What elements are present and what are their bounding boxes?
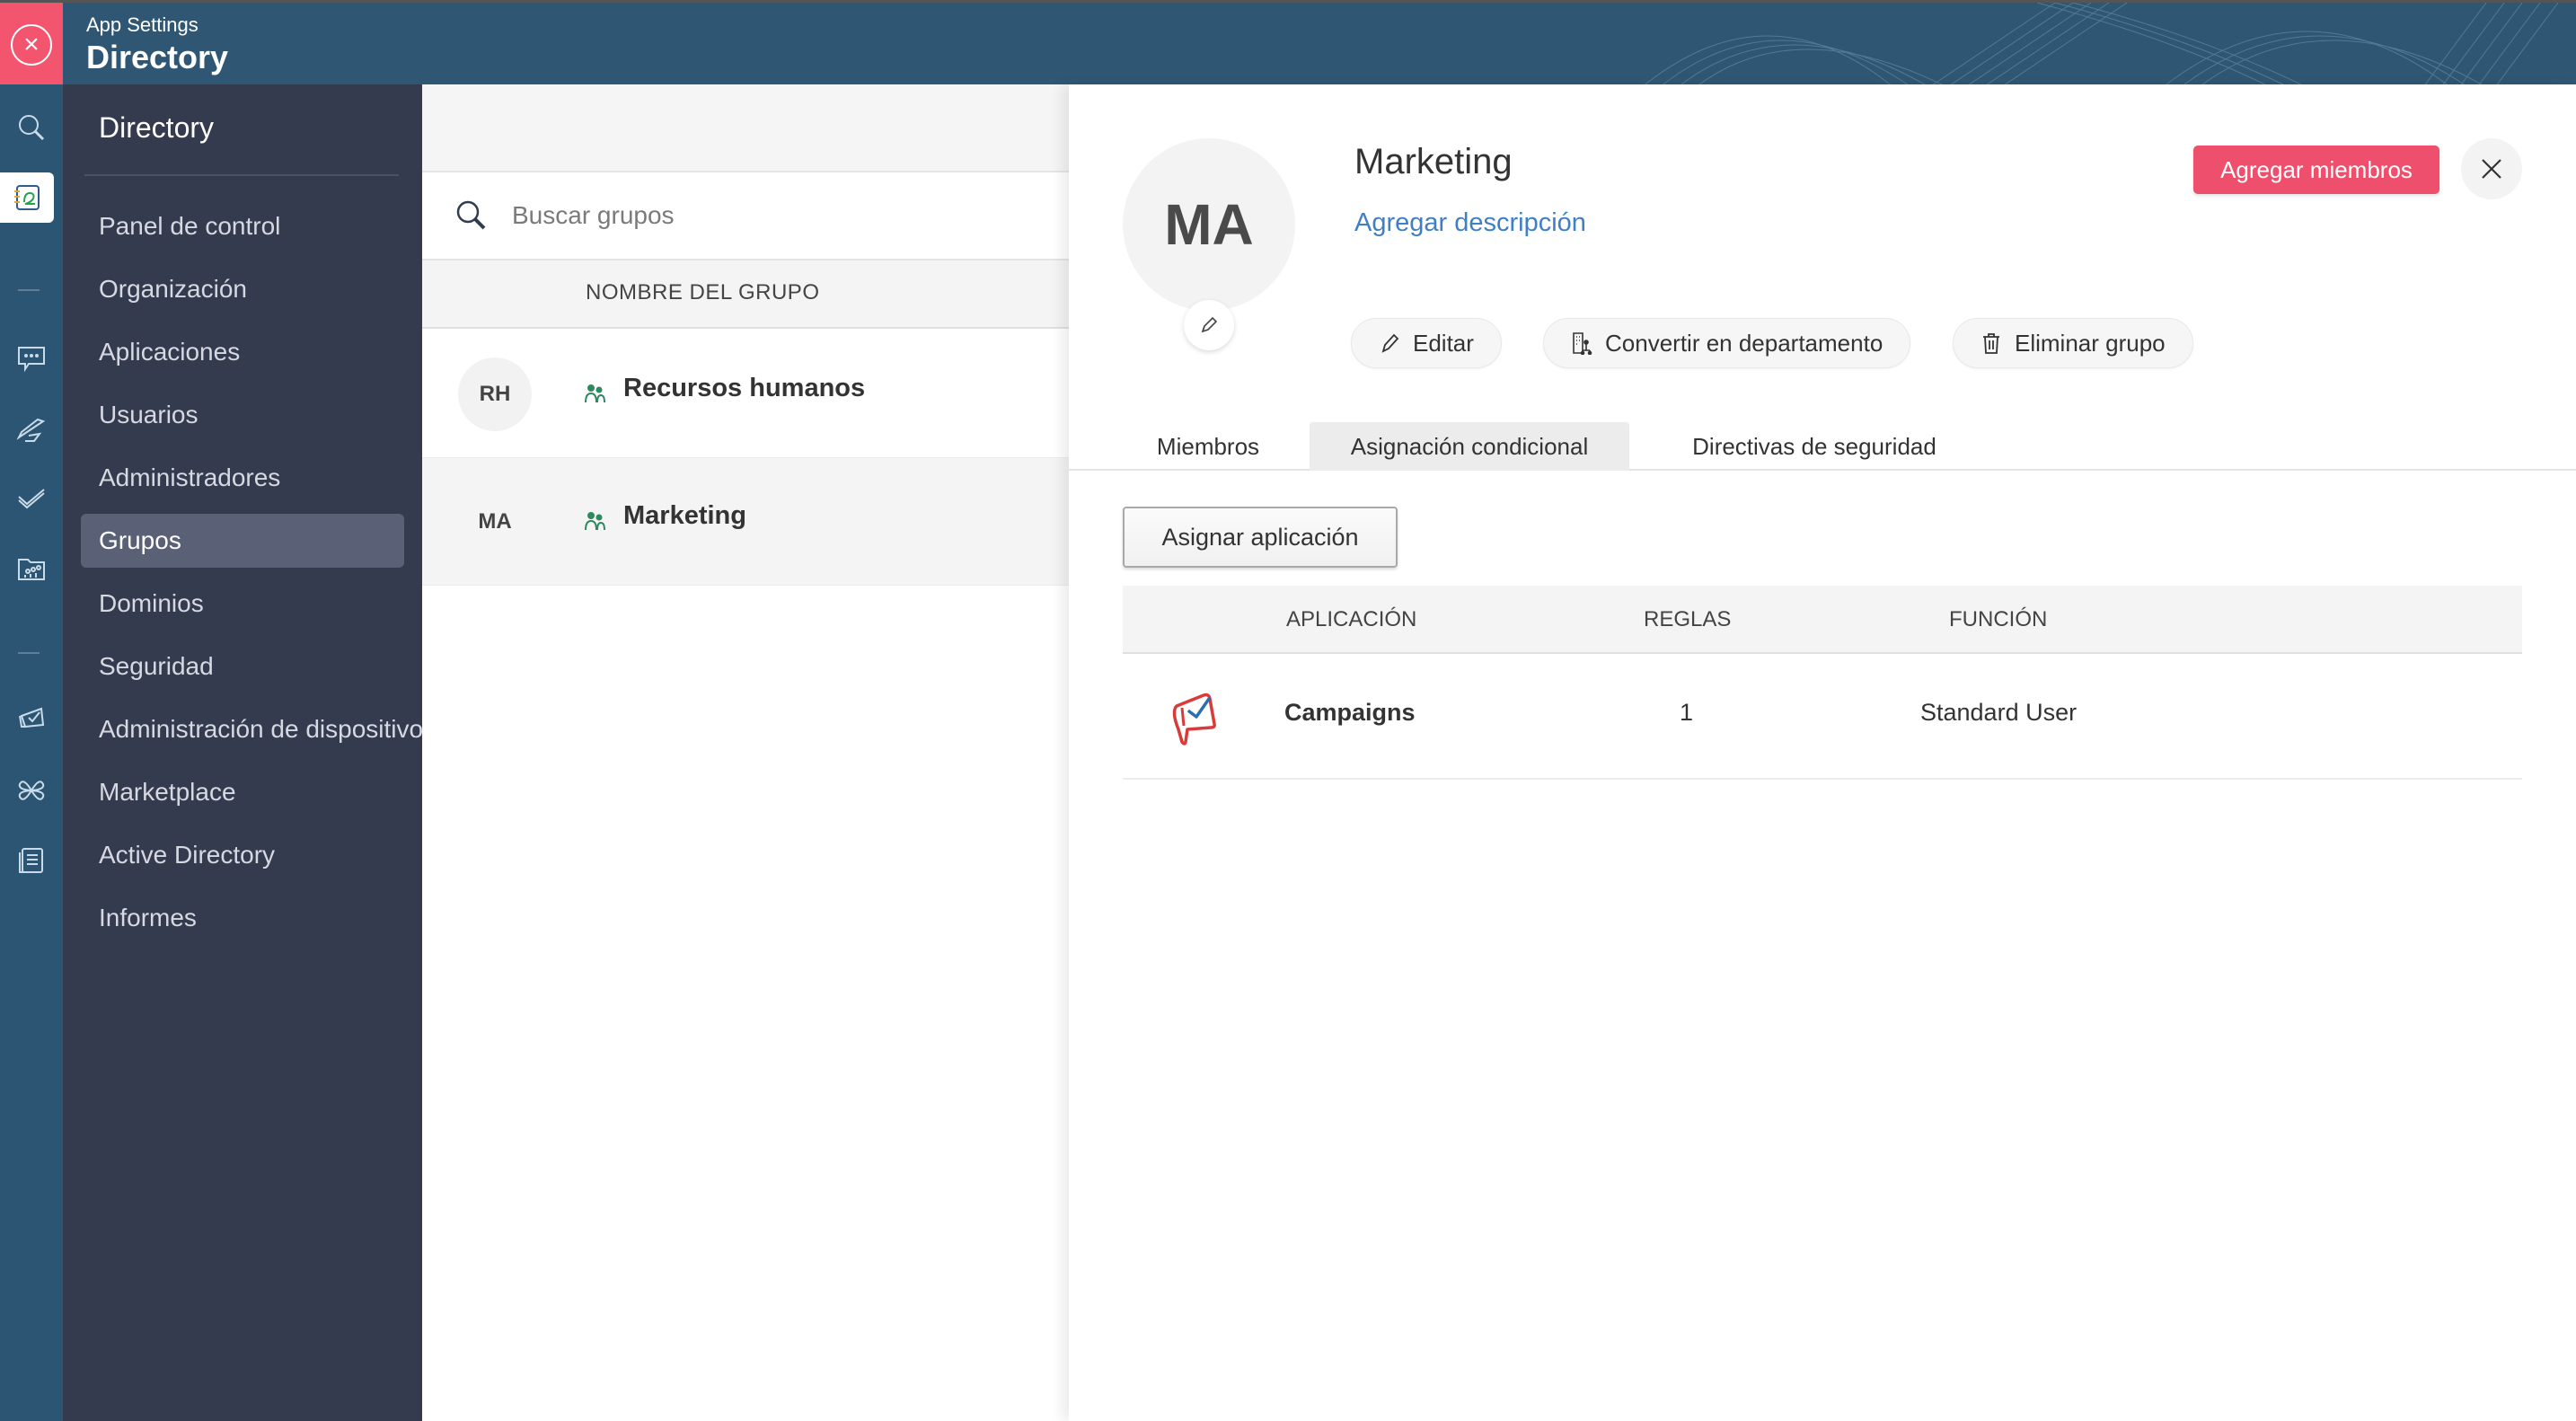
close-panel-button[interactable] [2461,138,2522,199]
header-pattern [1645,3,2559,84]
delete-group-button[interactable]: Eliminar grupo [1953,318,2193,368]
trash-icon [1983,333,1999,354]
tab-asignacion-condicional[interactable]: Asignación condicional [1310,422,1629,471]
sidebar-item-administradores[interactable]: Administradores [81,451,404,505]
clover-icon[interactable] [12,771,51,810]
close-icon [2482,159,2501,179]
sidebar: Directory Panel de control Organización … [63,84,422,1421]
app-role: Standard User [1920,699,2078,726]
close-app-button[interactable]: × [0,3,63,84]
org-chart-icon [1573,332,1592,355]
table-row[interactable]: Campaigns 1 Standard User [1123,654,2522,780]
group-users-icon [585,384,605,403]
tab-miembros[interactable]: Miembros [1141,422,1275,471]
convert-button-label: Convertir en departamento [1605,329,1883,357]
edit-avatar-button[interactable] [1184,300,1234,350]
sidebar-divider [84,174,399,176]
sidebar-item-grupos[interactable]: Grupos [81,514,404,568]
column-header-application: APLICACIÓN [1286,607,1417,631]
folder-users-icon[interactable] [12,550,51,589]
app-header: × App Settings Directory [0,0,2576,84]
search-icon [456,200,486,230]
documents-icon[interactable] [12,841,51,880]
assigned-apps-table: APLICACIÓN REGLAS FUNCIÓN Campaigns 1 St… [1123,586,2522,780]
app-rules-count: 1 [1680,699,1694,726]
chat-icon[interactable] [12,338,51,377]
edit-button[interactable]: Editar [1351,318,1502,368]
column-header-rules: REGLAS [1644,607,1732,631]
group-users-icon [585,512,605,531]
plane-icon[interactable] [12,410,51,449]
column-header-group-name: NOMBRE DEL GRUPO [586,280,820,304]
rail-separator [18,289,40,291]
sidebar-item-dominios[interactable]: Dominios [81,577,404,631]
search-icon[interactable] [12,108,51,147]
group-avatar: RH [458,357,532,431]
edit-button-label: Editar [1413,329,1474,357]
app-rail [0,84,63,1421]
sidebar-item-administracion-dispositivos[interactable]: Administración de dispositivos [81,702,422,756]
assign-application-button[interactable]: Asignar aplicación [1123,507,1398,568]
detail-tabs: Miembros Asignación condicional Directiv… [1069,422,2576,471]
app-name: Campaigns [1284,699,1416,726]
group-list-panel: NOMBRE DEL GRUPO RH Recursos humanos MA … [422,84,1069,1421]
sidebar-item-active-directory[interactable]: Active Directory [81,828,404,882]
directory-app-icon[interactable] [0,172,54,223]
table-header: APLICACIÓN REGLAS FUNCIÓN [1123,586,2522,654]
add-members-button[interactable]: Agregar miembros [2193,146,2439,194]
group-detail-avatar: MA [1123,138,1295,311]
sidebar-item-marketplace[interactable]: Marketplace [81,765,404,819]
group-detail-panel: MA Marketing Agregar descripción Agregar… [1069,84,2576,1421]
header-subtitle: App Settings [86,13,198,36]
campaigns-logo-icon [1172,693,1216,746]
rail-separator [18,652,40,654]
header-title: Directory [86,39,229,75]
group-row[interactable]: MA Marketing [422,458,1069,586]
sidebar-item-aplicaciones[interactable]: Aplicaciones [81,325,404,379]
check-icon[interactable] [12,480,51,519]
tab-directivas-de-seguridad[interactable]: Directivas de seguridad [1662,422,1967,471]
group-name: Marketing [623,501,746,530]
column-header-role: FUNCIÓN [1949,607,2048,631]
group-name: Recursos humanos [623,374,866,402]
pencil-icon [1201,316,1218,333]
add-description-link[interactable]: Agregar descripción [1354,208,1586,238]
sidebar-item-panel-de-control[interactable]: Panel de control [81,199,404,253]
pencil-icon [1381,333,1399,353]
group-table-header: NOMBRE DEL GRUPO [422,260,1069,329]
sidebar-title: Directory [99,111,215,144]
megaphone-icon[interactable] [12,701,51,740]
search-bar [422,172,1069,260]
group-detail-title: Marketing [1354,142,1513,181]
sidebar-item-informes[interactable]: Informes [81,891,404,945]
sidebar-item-usuarios[interactable]: Usuarios [81,388,404,442]
delete-button-label: Eliminar grupo [2015,329,2166,357]
close-circle-icon: × [11,24,52,66]
group-avatar: MA [478,509,512,534]
sidebar-item-organizacion[interactable]: Organización [81,262,404,316]
convert-to-department-button[interactable]: Convertir en departamento [1543,318,1911,368]
search-groups-input[interactable] [512,201,1015,230]
group-row[interactable]: RH Recursos humanos [422,331,1069,458]
list-toolbar [422,84,1069,172]
sidebar-item-seguridad[interactable]: Seguridad [81,640,404,693]
